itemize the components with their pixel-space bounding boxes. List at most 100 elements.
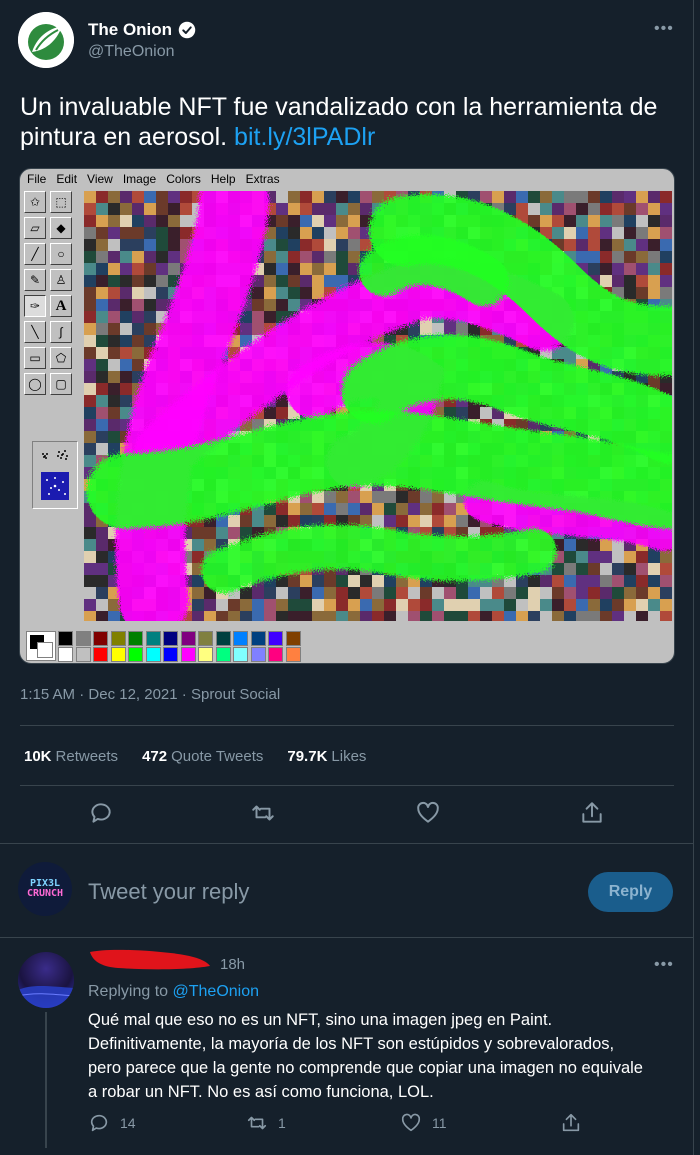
mosaic-tile bbox=[108, 299, 120, 311]
green-spray-stroke bbox=[86, 410, 672, 529]
tweet-time[interactable]: 1:15 AM bbox=[20, 686, 75, 703]
mosaic-tile bbox=[192, 527, 204, 539]
palette-swatch bbox=[180, 631, 196, 646]
mosaic-tile bbox=[564, 191, 576, 203]
mosaic-tile bbox=[408, 587, 420, 599]
author-handle[interactable]: @TheOnion bbox=[88, 43, 175, 61]
author-name[interactable]: The Onion bbox=[88, 20, 196, 40]
mosaic-tile bbox=[576, 203, 588, 215]
mosaic-tile bbox=[384, 587, 396, 599]
mosaic-tile bbox=[540, 575, 552, 587]
mosaic-tile bbox=[180, 203, 192, 215]
author-name-text[interactable]: The Onion bbox=[88, 20, 172, 40]
mosaic-tile bbox=[540, 215, 552, 227]
replier-avatar[interactable] bbox=[18, 952, 74, 1008]
reply-share-action[interactable] bbox=[560, 1112, 582, 1134]
mosaic-tile bbox=[348, 191, 360, 203]
mosaic-tile bbox=[96, 539, 108, 551]
reply-retweet-action[interactable]: 1 bbox=[246, 1112, 286, 1134]
mosaic-tile bbox=[660, 575, 672, 587]
mosaic-tile bbox=[108, 347, 120, 359]
tweet-stats: 10K Retweets 472 Quote Tweets 79.7K Likes bbox=[24, 748, 366, 765]
tweet-media-paint-screenshot[interactable]: File Edit View Image Colors Help Extras … bbox=[19, 168, 675, 664]
share-icon[interactable] bbox=[579, 800, 605, 826]
mosaic-tile bbox=[96, 611, 108, 621]
mosaic-tile bbox=[300, 515, 312, 527]
mosaic-tile bbox=[96, 311, 108, 323]
more-icon[interactable]: ••• bbox=[654, 956, 674, 974]
mosaic-tile bbox=[420, 599, 432, 611]
mosaic-tile bbox=[108, 383, 120, 395]
reply-icon[interactable] bbox=[88, 800, 114, 826]
mosaic-tile bbox=[180, 227, 192, 239]
rectangle-icon: ▭ bbox=[24, 347, 46, 369]
like-icon[interactable] bbox=[415, 800, 441, 826]
reply-button[interactable]: Reply bbox=[588, 872, 673, 912]
mosaic-tile bbox=[480, 587, 492, 599]
mosaic-tile bbox=[660, 563, 672, 575]
mosaic-tile bbox=[288, 263, 300, 275]
more-icon[interactable]: ••• bbox=[654, 20, 674, 38]
mosaic-tile bbox=[528, 587, 540, 599]
mosaic-tile bbox=[84, 347, 96, 359]
reply-input[interactable] bbox=[88, 874, 568, 910]
reply-reply-action[interactable]: 14 bbox=[88, 1112, 136, 1134]
mosaic-tile bbox=[144, 323, 156, 335]
mosaic-tile bbox=[228, 599, 240, 611]
onion-avatar[interactable] bbox=[18, 12, 74, 68]
mosaic-tile bbox=[456, 515, 468, 527]
tweet-date[interactable]: Dec 12, 2021 bbox=[88, 686, 177, 703]
mosaic-tile bbox=[600, 551, 612, 563]
mosaic-tile bbox=[264, 611, 276, 621]
mosaic-tile bbox=[324, 203, 336, 215]
tweet-source[interactable]: Sprout Social bbox=[191, 686, 280, 703]
mosaic-tile bbox=[624, 563, 636, 575]
mosaic-tile bbox=[252, 599, 264, 611]
mosaic-tile bbox=[156, 203, 168, 215]
mosaic-tile bbox=[396, 503, 408, 515]
palette-swatch bbox=[198, 631, 213, 646]
retweets-stat[interactable]: 10K Retweets bbox=[24, 748, 118, 765]
mosaic-tile bbox=[600, 275, 612, 287]
magnifier-icon: ○ bbox=[50, 243, 72, 265]
retweet-icon[interactable] bbox=[250, 800, 276, 826]
mosaic-tile bbox=[156, 191, 168, 203]
divider bbox=[20, 785, 674, 786]
reply-time[interactable]: 18h bbox=[220, 956, 245, 973]
replying-to-handle[interactable]: @TheOnion bbox=[173, 983, 260, 1000]
mosaic-tile bbox=[168, 191, 180, 203]
mosaic-tile bbox=[588, 191, 600, 203]
palette-swatch bbox=[93, 631, 108, 646]
mosaic-tile bbox=[300, 503, 312, 515]
tweet-link[interactable]: bit.ly/3lPADlr bbox=[234, 123, 375, 151]
ellipse-icon: ◯ bbox=[24, 373, 46, 395]
mosaic-tile bbox=[144, 239, 156, 251]
mosaic-tile bbox=[528, 203, 540, 215]
line-icon: ╲ bbox=[24, 321, 46, 343]
quote-tweets-stat[interactable]: 472 Quote Tweets bbox=[142, 748, 263, 765]
mosaic-tile bbox=[96, 563, 108, 575]
menu-colors: Colors bbox=[166, 172, 201, 186]
mosaic-tile bbox=[588, 587, 600, 599]
mosaic-tile bbox=[300, 575, 312, 587]
mosaic-tile bbox=[84, 191, 96, 203]
mosaic-tile bbox=[420, 323, 432, 335]
mosaic-tile bbox=[264, 299, 276, 311]
palette-swatch bbox=[180, 647, 196, 662]
user-avatar[interactable]: PIX3L CRUNCH bbox=[18, 862, 72, 916]
mosaic-tile bbox=[252, 287, 264, 299]
mosaic-tile bbox=[576, 239, 588, 251]
mosaic-tile bbox=[156, 275, 168, 287]
mosaic-tile bbox=[516, 611, 528, 621]
likes-stat[interactable]: 79.7K Likes bbox=[287, 748, 366, 765]
mosaic-tile bbox=[348, 587, 360, 599]
mosaic-tile bbox=[288, 599, 300, 611]
reply-like-action[interactable]: 11 bbox=[400, 1112, 447, 1134]
mosaic-tile bbox=[444, 515, 456, 527]
mosaic-tile bbox=[120, 215, 132, 227]
mosaic-tile bbox=[240, 599, 252, 611]
mosaic-tile bbox=[252, 311, 264, 323]
mosaic-tile bbox=[276, 215, 288, 227]
mosaic-tile bbox=[564, 239, 576, 251]
mosaic-tile bbox=[96, 407, 108, 419]
